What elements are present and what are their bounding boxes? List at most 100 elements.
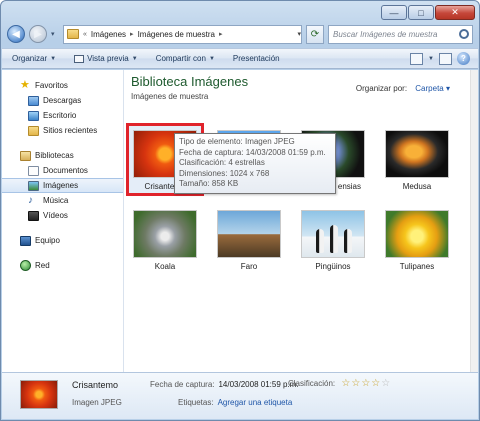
thumbnail-image — [385, 130, 449, 178]
chevron-down-icon[interactable]: ▼ — [428, 56, 434, 62]
libraries-icon — [20, 150, 31, 161]
chevron-down-icon: ▼ — [208, 55, 215, 62]
sidebar-item-desktop[interactable]: Escritorio — [2, 108, 123, 123]
explorer-body: ★ Favoritos Descargas Escritorio Sitios … — [2, 70, 478, 372]
thumbnail-image — [217, 210, 281, 258]
sidebar-item-images[interactable]: Imágenes — [2, 178, 123, 193]
help-icon[interactable]: ? — [457, 52, 470, 65]
file-label: Koala — [154, 262, 176, 271]
change-view-icon[interactable] — [410, 52, 424, 65]
sidebar-item-libraries[interactable]: Bibliotecas — [2, 148, 123, 163]
libraries-group: Bibliotecas Documentos Imágenes ♪ Música… — [2, 148, 123, 223]
file-tile-koala[interactable]: Koala — [129, 210, 201, 271]
content-pane: Biblioteca Imágenes Imágenes de muestra … — [125, 70, 478, 372]
file-label: Tulipanes — [399, 262, 435, 271]
search-placeholder: Buscar Imágenes de muestra — [333, 29, 438, 39]
arrange-by-dropdown[interactable]: Carpeta ▾ — [415, 84, 450, 93]
share-label: Compartir con — [155, 54, 206, 63]
network-group: Red — [2, 258, 123, 273]
recent-pages-dropdown[interactable]: ▾ — [51, 30, 59, 38]
chevron-down-icon: ▼ — [131, 55, 138, 62]
star-icon[interactable]: ☆ — [341, 379, 350, 389]
sidebar-item-videos[interactable]: Vídeos — [2, 208, 123, 223]
images-icon — [28, 180, 39, 191]
refresh-icon: ⟳ — [310, 28, 320, 40]
music-icon: ♪ — [28, 195, 33, 206]
rating-stars[interactable]: ☆ ☆ ☆ ☆ ☆ — [341, 379, 390, 389]
file-label: Medusa — [402, 182, 432, 191]
add-tag-link[interactable]: Agregar una etiqueta — [218, 398, 293, 407]
star-icon[interactable]: ☆ — [351, 379, 360, 389]
caption-buttons: — □ ✕ — [381, 5, 475, 20]
tooltip-date: Fecha de captura: 14/03/2008 01:59 p.m. — [179, 147, 326, 157]
sidebar-item-music[interactable]: ♪ Música — [2, 193, 123, 208]
star-icon[interactable]: ☆ — [381, 379, 390, 389]
star-icon[interactable]: ☆ — [371, 379, 380, 389]
sidebar-item-label: Bibliotecas — [35, 151, 74, 160]
arrow-right-icon: ▶ — [34, 28, 42, 40]
back-button[interactable]: ◀ — [7, 25, 25, 43]
file-tile-faro[interactable]: Faro — [213, 210, 285, 271]
folder-icon — [67, 29, 79, 39]
file-tile-medusa[interactable]: Medusa — [381, 130, 453, 191]
view-controls: ▼ ? — [410, 52, 478, 65]
details-date: Fecha de captura: 14/03/2008 01:59 p.m. — [150, 380, 299, 389]
address-dropdown-icon[interactable]: ▾ — [297, 30, 301, 38]
arrow-left-icon: ◀ — [12, 28, 20, 40]
breadcrumb-sample-images[interactable]: Imágenes de muestra — [138, 30, 215, 39]
file-tile-pinguinos[interactable]: Pingüinos — [297, 210, 369, 271]
chevron-down-icon: ▼ — [50, 55, 57, 62]
sidebar-item-favorites[interactable]: ★ Favoritos — [2, 78, 123, 93]
sidebar-item-computer[interactable]: Equipo — [2, 233, 123, 248]
details-rating: Clasificación: ☆ ☆ ☆ ☆ ☆ — [288, 379, 390, 389]
sidebar-item-documents[interactable]: Documentos — [2, 163, 123, 178]
slideshow-label: Presentación — [232, 54, 280, 63]
sidebar-item-label: Equipo — [35, 236, 60, 245]
forward-button[interactable]: ▶ — [29, 25, 47, 43]
organize-button[interactable]: Organizar ▼ — [12, 54, 56, 63]
close-button[interactable]: ✕ — [435, 5, 475, 20]
breadcrumb-separator[interactable]: ▸ — [130, 30, 134, 38]
computer-icon — [20, 235, 31, 246]
tooltip-dimensions: Dimensiones: 1024 x 768 — [179, 168, 270, 178]
preview-icon — [74, 54, 85, 63]
downloads-icon — [28, 95, 39, 106]
videos-icon — [28, 210, 39, 221]
sidebar-item-recent-places[interactable]: Sitios recientes — [2, 123, 123, 138]
desktop-icon — [28, 110, 39, 121]
star-icon[interactable]: ☆ — [361, 379, 370, 389]
network-icon — [20, 260, 31, 271]
preview-button[interactable]: Vista previa ▼ — [74, 54, 138, 63]
file-tile-tulipanes[interactable]: Tulipanes — [381, 210, 453, 271]
sidebar-item-label: Imágenes — [43, 181, 79, 190]
details-file-name: Crisantemo — [72, 380, 119, 390]
file-label: Pingüinos — [315, 262, 351, 271]
search-input[interactable]: Buscar Imágenes de muestra — [328, 24, 473, 44]
sidebar-item-label: Descargas — [43, 96, 82, 105]
arrange-by: Organizar por: Carpeta ▾ — [356, 84, 450, 93]
file-info-tooltip: Tipo de elemento: Imagen JPEG Fecha de c… — [174, 133, 336, 194]
maximize-button[interactable]: □ — [408, 5, 434, 20]
tags-label: Etiquetas: — [178, 398, 214, 407]
favorites-group: ★ Favoritos Descargas Escritorio Sitios … — [2, 78, 123, 138]
details-thumbnail — [20, 380, 58, 409]
sidebar-item-network[interactable]: Red — [2, 258, 123, 273]
computer-group: Equipo — [2, 233, 123, 248]
vertical-scrollbar[interactable] — [470, 70, 478, 372]
address-bar[interactable]: « Imágenes ▸ Imágenes de muestra ▸ ▾ — [63, 24, 302, 44]
command-bar: Organizar ▼ Vista previa ▼ Compartir con… — [2, 48, 478, 69]
breadcrumb-images[interactable]: Imágenes — [91, 30, 126, 39]
sidebar-item-downloads[interactable]: Descargas — [2, 93, 123, 108]
sidebar-item-label: Documentos — [43, 166, 88, 175]
slideshow-button[interactable]: Presentación — [233, 54, 280, 63]
breadcrumb-overflow[interactable]: « — [83, 31, 87, 38]
breadcrumb-separator[interactable]: ▸ — [219, 30, 223, 38]
address-row: ◀ ▶ ▾ « Imágenes ▸ Imágenes de muestra ▸… — [7, 23, 473, 45]
tooltip-size: Tamaño: 858 KB — [179, 179, 239, 188]
minimize-button[interactable]: — — [381, 5, 407, 20]
date-value[interactable]: 14/03/2008 01:59 p.m. — [218, 380, 298, 389]
share-button[interactable]: Compartir con ▼ — [156, 54, 215, 63]
refresh-button[interactable]: ⟳ — [306, 24, 324, 44]
preview-pane-icon[interactable] — [439, 52, 452, 65]
sidebar-item-label: Música — [43, 196, 69, 205]
